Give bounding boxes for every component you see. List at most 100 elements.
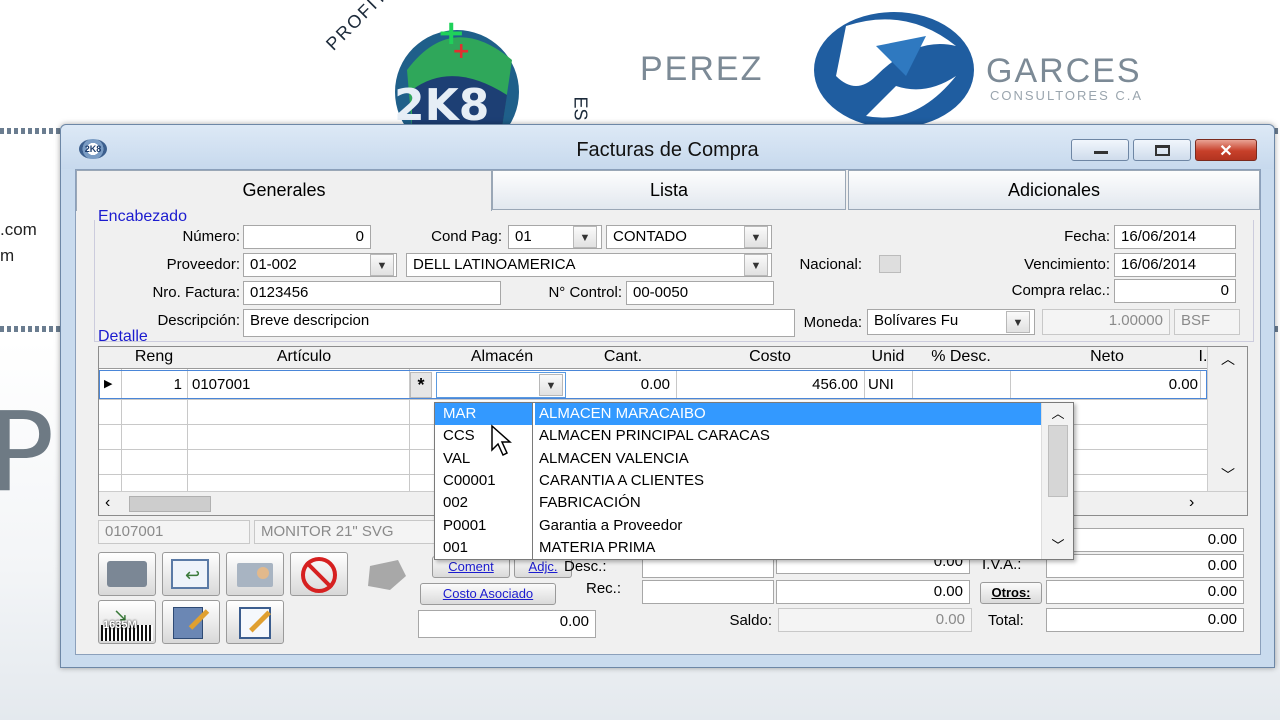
background-text-m: m (0, 246, 15, 265)
hscroll-thumb[interactable] (129, 496, 211, 512)
tasa-field: 1.00000 (1042, 309, 1170, 335)
tab-generales[interactable]: Generales (76, 170, 492, 211)
col-articulo[interactable]: Artículo (189, 348, 419, 366)
close-icon: ✕ (1219, 143, 1233, 160)
svg-text:+: + (452, 39, 470, 64)
moneda-dropdown-icon[interactable]: ▼ (1006, 311, 1030, 333)
cell-neto[interactable]: 0.00 (1012, 376, 1198, 393)
dropdown-scroll-thumb[interactable] (1048, 425, 1068, 497)
almacen-option-code: P0001 (443, 516, 487, 534)
almacen-option[interactable]: CCS ALMACEN PRINCIPAL CARACAS (435, 425, 1041, 448)
col-reng[interactable]: Reng (123, 348, 185, 366)
costo-asociado-field[interactable]: 0.00 (418, 610, 596, 638)
otros-button[interactable]: Otros: (980, 582, 1042, 604)
compra-relac-field[interactable]: 0 (1114, 279, 1236, 303)
rec-amount-field: 0.00 (776, 580, 970, 604)
proveedor-code-dropdown-icon[interactable]: ▼ (370, 254, 394, 276)
article-desc-display: MONITOR 21" SVG (254, 520, 438, 544)
cell-cant[interactable]: 0.00 (570, 376, 670, 393)
close-button[interactable]: ✕ (1195, 139, 1257, 161)
dropdown-scroll-down-icon[interactable]: ﹀ (1042, 535, 1074, 554)
edit-document-icon[interactable] (162, 600, 220, 644)
scroll-up-icon[interactable]: ︿ (1208, 349, 1248, 369)
col-cant[interactable]: Cant. (569, 348, 677, 366)
user-card-icon[interactable] (226, 552, 284, 596)
almacen-dropdown-list[interactable]: MAR ALMACEN MARACAIBO CCS ALMACEN PRINCIPAL… (434, 402, 1074, 560)
nacional-checkbox[interactable] (879, 255, 901, 273)
scroll-down-icon[interactable]: ﹀ (1208, 465, 1248, 485)
almacen-dropdown-icon[interactable]: ▼ (539, 374, 563, 396)
almacen-option[interactable]: 002 FABRICACIÓN (435, 492, 1041, 515)
almacen-option[interactable]: MAR ALMACEN MARACAIBO (435, 403, 1041, 426)
cell-costo[interactable]: 456.00 (680, 376, 858, 393)
nro-factura-label: Nro. Factura: (152, 284, 240, 301)
cell-articulo[interactable]: 0107001 (192, 376, 250, 393)
almacen-option-name: FABRICACIÓN (539, 494, 641, 512)
proveedor-name-select[interactable]: DELL LATINOAMERICA (406, 253, 772, 277)
barcode-icon[interactable]: ↘ 1635M (98, 600, 156, 644)
vencimiento-label: Vencimiento: (1024, 256, 1110, 273)
almacen-option[interactable]: P0001 Garantia a Proveedor (435, 515, 1041, 538)
iva-field: 0.00 (1046, 554, 1244, 578)
saldo-field: 0.00 (778, 608, 972, 632)
grid-vertical-scrollbar[interactable]: ︿ ﹀ (1207, 347, 1247, 491)
almacen-option-code: 002 (443, 494, 469, 512)
maximize-button[interactable] (1133, 139, 1191, 161)
costo-asociado-button[interactable]: Costo Asociado (420, 583, 556, 605)
col-neto[interactable]: Neto (1011, 348, 1203, 366)
scroll-left-icon[interactable]: ‹ (105, 494, 110, 512)
perez-garces-emblem (806, 6, 982, 128)
dropdown-scroll-up-icon[interactable]: ︿ (1042, 403, 1074, 422)
facturas-compra-window: 2K8 Facturas de Compra ✕ Generales Lista… (60, 124, 1275, 668)
almacen-combo[interactable]: ▼ (436, 372, 566, 398)
almacen-option[interactable]: C00001 CARANTIA A CLIENTES (435, 470, 1041, 493)
almacen-option[interactable]: VAL ALMACEN VALENCIA (435, 448, 1041, 471)
col-costo[interactable]: Costo (677, 348, 863, 366)
almacen-option-code: C00001 (443, 471, 496, 489)
total-label: Total: (988, 612, 1024, 629)
nro-factura-field[interactable]: 0123456 (243, 281, 501, 305)
otros-field: 0.00 (1046, 580, 1244, 604)
cond-pag-desc-dropdown-icon[interactable]: ▼ (744, 226, 768, 248)
dropdown-scrollbar[interactable]: ︿ ﹀ (1041, 403, 1073, 559)
profit-plus-logo: + + PROFIT PLUS 2K8 ES (312, 0, 592, 154)
almacen-option-name: Garantia a Proveedor (539, 516, 683, 534)
compra-relac-label: Compra relac.: (1011, 282, 1110, 299)
almacen-option-name: ALMACEN VALENCIA (539, 449, 689, 467)
subtotal-field: 0.00 (1046, 528, 1244, 552)
control-field[interactable]: 00-0050 (626, 281, 774, 305)
total-field: 0.00 (1046, 608, 1244, 632)
nacional-label: Nacional: (799, 256, 862, 273)
almacen-option-name: ALMACEN PRINCIPAL CARACAS (539, 427, 770, 445)
almacen-option-name: CARANTIA A CLIENTES (539, 471, 705, 489)
almacen-option[interactable]: 001 MATERIA PRIMA (435, 537, 1041, 560)
title-bar[interactable]: 2K8 Facturas de Compra ✕ (61, 125, 1274, 169)
cell-unid[interactable]: UNI (868, 376, 894, 393)
row-pointer-icon: ▶ (104, 378, 113, 390)
tab-adicionales[interactable]: Adicionales (848, 170, 1260, 210)
cash-register-icon[interactable] (98, 552, 156, 596)
almacen-option-code: CCS (443, 427, 475, 445)
col-unid[interactable]: Unid (865, 348, 911, 366)
rec-percent-field[interactable] (642, 580, 774, 604)
numero-field[interactable]: 0 (243, 225, 371, 249)
col-desc[interactable]: % Desc. (911, 348, 1011, 366)
table-row[interactable]: ▶ 1 0107001 * ▼ 0.00 456.00 UNI 0.00 (99, 370, 1207, 399)
return-arrow-icon[interactable]: ↩ (162, 552, 220, 596)
vencimiento-field[interactable]: 16/06/2014 (1114, 253, 1236, 277)
tab-lista[interactable]: Lista (492, 170, 846, 210)
rec-label: Rec.: (586, 580, 622, 597)
col-almacen[interactable]: Almacén (437, 348, 567, 366)
minimize-button[interactable] (1071, 139, 1129, 161)
scroll-right-icon[interactable]: › (1189, 494, 1194, 512)
fecha-field[interactable]: 16/06/2014 (1114, 225, 1236, 249)
descripcion-field[interactable]: Breve descripcion (243, 309, 795, 337)
grid-header: Reng Artículo Almacén Cant. Costo Unid %… (99, 347, 1207, 369)
proveedor-name-dropdown-icon[interactable]: ▼ (744, 254, 768, 276)
delete-forbidden-icon[interactable] (290, 552, 348, 596)
articulo-search-button[interactable]: * (410, 372, 432, 398)
notes-pencil-icon[interactable] (226, 600, 284, 644)
background-text-com: .com (0, 220, 37, 239)
cond-pag-dropdown-icon[interactable]: ▼ (573, 226, 597, 248)
control-label: N° Control: (548, 284, 622, 301)
